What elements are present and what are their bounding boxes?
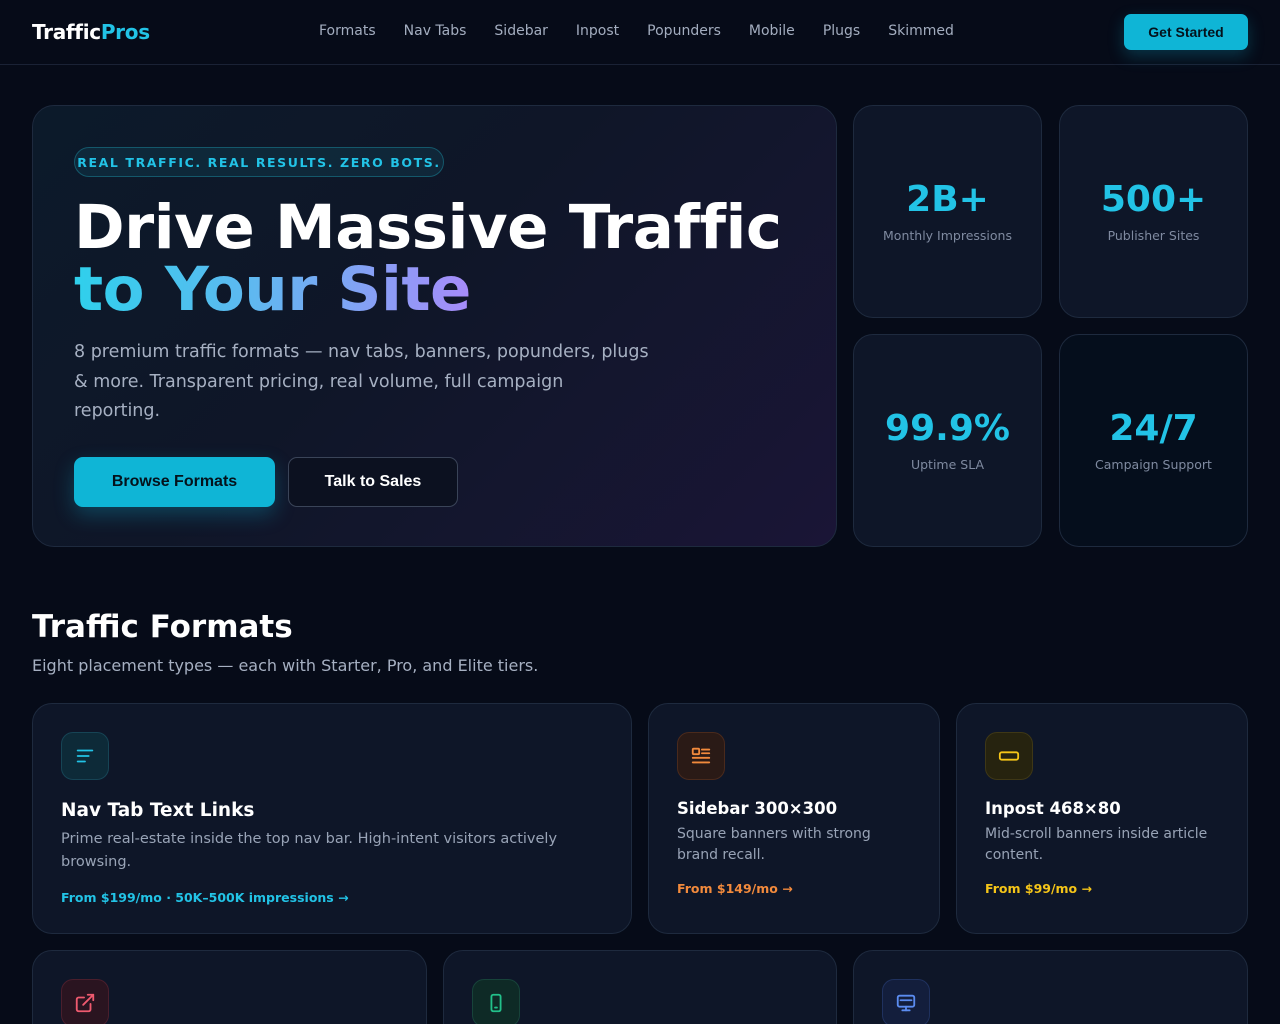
format-card-inpost[interactable]: Inpost 468×80 Mid-scroll banners inside …: [956, 703, 1248, 934]
stat-card-uptime: 99.9% Uptime SLA: [853, 334, 1042, 547]
nav-link-sidebar[interactable]: Sidebar: [494, 23, 548, 39]
format-card-nav-tab[interactable]: Nav Tab Text Links Prime real-estate ins…: [32, 703, 632, 934]
nav-link-mobile[interactable]: Mobile: [749, 23, 795, 39]
format-card-sidebar[interactable]: Sidebar 300×300 Square banners with stro…: [648, 703, 940, 934]
section-subtitle: Eight placement types — each with Starte…: [32, 656, 539, 675]
nav-link-formats[interactable]: Formats: [319, 23, 376, 39]
mobile-phone-icon: [472, 979, 520, 1024]
nav-link-plugs[interactable]: Plugs: [823, 23, 860, 39]
nav-link-nav-tabs[interactable]: Nav Tabs: [404, 23, 467, 39]
nav-link-popunders[interactable]: Popunders: [647, 23, 721, 39]
logo-text-traffic: Traffic: [32, 20, 101, 44]
format-card-mobile[interactable]: [443, 950, 837, 1024]
card-title: Nav Tab Text Links: [61, 800, 255, 821]
stat-value: 24/7: [1109, 408, 1198, 449]
card-description: Mid-scroll banners inside article conten…: [985, 826, 1208, 863]
card-price-link[interactable]: From $99/mo →: [985, 881, 1092, 896]
hero-title-line2: to Your Site: [74, 254, 471, 325]
text-lines-icon: [61, 732, 109, 780]
external-link-icon: [61, 979, 109, 1024]
stat-label: Campaign Support: [1095, 457, 1212, 472]
top-nav: TrafficPros Formats Nav Tabs Sidebar Inp…: [0, 0, 1280, 65]
banner-rect-icon: [985, 732, 1033, 780]
card-description: Square banners with strong brand recall.: [677, 826, 871, 863]
hero-panel: REAL TRAFFIC. REAL RESULTS. ZERO BOTS. D…: [32, 105, 837, 547]
nav-links: Formats Nav Tabs Sidebar Inpost Popunder…: [319, 23, 982, 39]
card-description: Prime real-estate inside the top nav bar…: [61, 831, 558, 870]
stat-card-publishers: 500+ Publisher Sites: [1059, 105, 1248, 318]
browse-formats-button[interactable]: Browse Formats: [74, 457, 275, 507]
sidebar-layout-icon: [677, 732, 725, 780]
stat-card-support: 24/7 Campaign Support: [1059, 334, 1248, 547]
stat-card-impressions: 2B+ Monthly Impressions: [853, 105, 1042, 318]
card-title: Sidebar 300×300: [677, 799, 838, 818]
stat-label: Uptime SLA: [910, 457, 985, 472]
logo[interactable]: TrafficPros: [32, 20, 150, 44]
stat-value: 2B+: [906, 179, 989, 220]
nav-link-inpost[interactable]: Inpost: [576, 23, 619, 39]
logo-text-pros: Pros: [100, 20, 150, 44]
get-started-button[interactable]: Get Started: [1124, 14, 1248, 50]
stat-value: 500+: [1100, 179, 1207, 220]
card-price-link[interactable]: From $149/mo →: [677, 881, 793, 896]
card-price-link[interactable]: From $199/mo · 50K–500K impressions →: [61, 890, 349, 905]
format-card-popunder[interactable]: [32, 950, 427, 1024]
stat-value: 99.9%: [885, 408, 1010, 449]
section-title: Traffic Formats: [32, 609, 293, 645]
nav-link-skimmed[interactable]: Skimmed: [888, 23, 954, 39]
stat-label: Monthly Impressions: [883, 228, 1012, 243]
monitor-icon: [882, 979, 930, 1024]
card-title: Inpost 468×80: [985, 799, 1121, 818]
hero-badge: REAL TRAFFIC. REAL RESULTS. ZERO BOTS.: [74, 147, 444, 177]
talk-to-sales-button[interactable]: Talk to Sales: [288, 457, 458, 507]
hero-description: 8 premium traffic formats — nav tabs, ba…: [74, 342, 649, 421]
format-card-desktop[interactable]: [853, 950, 1248, 1024]
stat-label: Publisher Sites: [1107, 228, 1200, 243]
